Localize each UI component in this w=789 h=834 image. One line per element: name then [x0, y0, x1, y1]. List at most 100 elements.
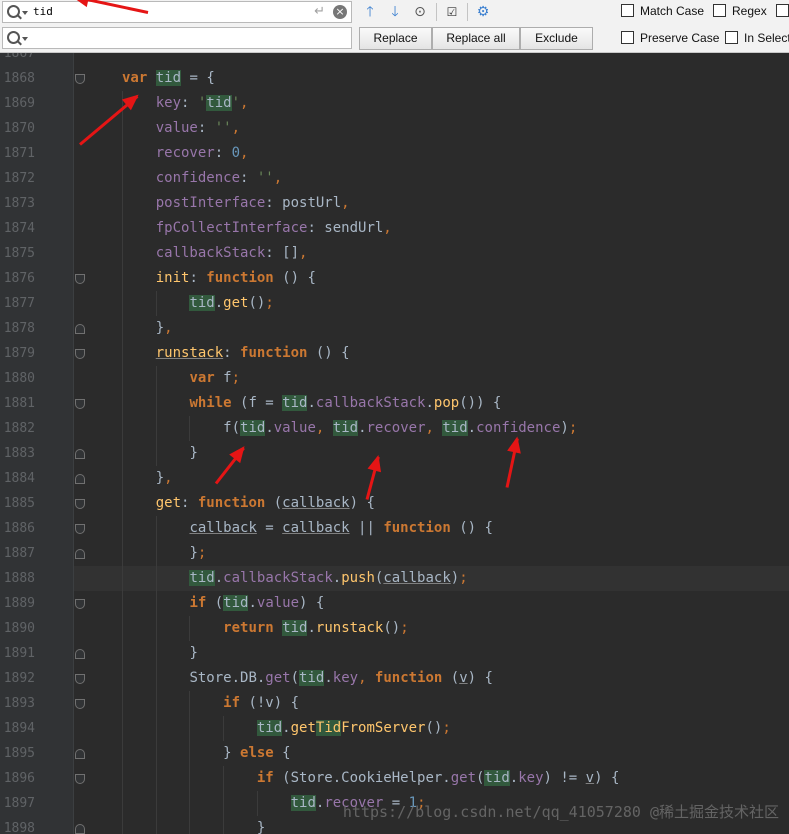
code-line[interactable]: Store.DB.get(tid.key, function (v) { [189, 666, 493, 691]
line-number[interactable]: 1874 [4, 216, 35, 241]
line-number[interactable]: 1872 [4, 166, 35, 191]
code-line[interactable]: init: function () { [156, 266, 316, 291]
line-number[interactable]: 1890 [4, 616, 35, 641]
fold-marker-icon[interactable] [75, 699, 85, 709]
line-number[interactable]: 1873 [4, 191, 35, 216]
match-case-checkbox[interactable]: Match Case [621, 4, 704, 18]
search-icon[interactable] [7, 31, 20, 44]
code-line[interactable]: runstack: function () { [156, 341, 350, 366]
fold-marker-icon[interactable] [75, 524, 85, 534]
code-line[interactable]: tid.getTidFromServer(); [256, 716, 451, 741]
fold-marker-icon[interactable] [75, 324, 85, 334]
line-number[interactable]: 1875 [4, 241, 35, 266]
search-value[interactable]: tid [33, 5, 53, 18]
code-line[interactable]: callback = callback || function () { [189, 516, 492, 541]
fold-marker-icon[interactable] [75, 649, 85, 659]
fold-marker-icon[interactable] [75, 474, 85, 484]
line-number[interactable]: 1870 [4, 116, 35, 141]
replace-all-button[interactable]: Replace all [432, 27, 520, 50]
checkbox-icon[interactable] [776, 4, 789, 17]
line-number[interactable]: 1885 [4, 491, 35, 516]
code-line[interactable]: var tid = { [122, 66, 215, 91]
code-line[interactable]: }; [189, 541, 206, 566]
words-checkbox[interactable] [776, 4, 789, 18]
fold-marker-icon[interactable] [75, 824, 85, 834]
code-line[interactable]: recover: 0, [156, 141, 249, 166]
line-number[interactable]: 1879 [4, 341, 35, 366]
replace-input[interactable] [2, 27, 352, 49]
line-number[interactable]: 1894 [4, 716, 35, 741]
arrow-up-icon[interactable]: 🡑 [359, 2, 381, 22]
code-line[interactable]: value: '', [156, 116, 240, 141]
line-number[interactable]: 1896 [4, 766, 35, 791]
fold-marker-icon[interactable] [75, 549, 85, 559]
fold-marker-icon[interactable] [75, 449, 85, 459]
code-line[interactable]: fpCollectInterface: sendUrl, [156, 216, 392, 241]
line-number[interactable]: 1880 [4, 366, 35, 391]
checkbox-icon[interactable] [621, 31, 634, 44]
line-number[interactable]: 1877 [4, 291, 35, 316]
code-line[interactable]: } else { [223, 741, 290, 766]
line-number[interactable]: 1868 [4, 66, 35, 91]
fold-marker-icon[interactable] [75, 399, 85, 409]
return-icon[interactable]: ↵ [314, 4, 325, 19]
fold-marker-icon[interactable] [75, 774, 85, 784]
code-editor[interactable]: 1867 1868 1869 1870 1871 1872 1873 1874 1875 1876… [0, 53, 789, 834]
code-line[interactable]: confidence: '', [156, 166, 282, 191]
code-line[interactable]: postInterface: postUrl, [156, 191, 350, 216]
line-number[interactable]: 1895 [4, 741, 35, 766]
code-line[interactable]: get: function (callback) { [156, 491, 375, 516]
line-number[interactable]: 1886 [4, 516, 35, 541]
code-line[interactable]: key: 'tid', [156, 91, 248, 116]
line-number[interactable]: 1878 [4, 316, 35, 341]
search-icon[interactable] [7, 5, 20, 18]
line-number[interactable]: 1882 [4, 416, 35, 441]
line-number[interactable]: 1898 [4, 816, 35, 834]
dropdown-icon[interactable] [22, 37, 28, 41]
checkbox-icon[interactable] [621, 4, 634, 17]
checkbox-icon[interactable] [725, 31, 738, 44]
settings-icon[interactable]: ⚙ [472, 2, 494, 22]
line-number[interactable]: 1871 [4, 141, 35, 166]
line-number[interactable]: 1889 [4, 591, 35, 616]
code-line[interactable]: tid.get(); [189, 291, 274, 316]
code-line[interactable]: if (tid.value) { [189, 591, 324, 616]
line-number[interactable]: 1891 [4, 641, 35, 666]
fold-marker-icon[interactable] [75, 749, 85, 759]
code-line[interactable]: if (Store.CookieHelper.get(tid.key) != v… [257, 766, 619, 791]
code-line[interactable]: } [257, 816, 265, 834]
code-line[interactable]: if (!v) { [223, 691, 299, 716]
line-number-gutter[interactable]: 1867 1868 1869 1870 1871 1872 1873 1874 1875 1876… [0, 53, 74, 834]
line-number[interactable]: 1892 [4, 666, 35, 691]
line-number[interactable]: 1887 [4, 541, 35, 566]
code-line[interactable]: while (f = tid.callbackStack.pop()) { [189, 391, 501, 416]
fold-marker-icon[interactable] [75, 74, 85, 84]
checkbox-icon[interactable] [713, 4, 726, 17]
dropdown-icon[interactable] [22, 11, 28, 15]
line-number[interactable]: 1883 [4, 441, 35, 466]
fold-marker-icon[interactable] [75, 349, 85, 359]
code-line[interactable]: callbackStack: [], [156, 241, 308, 266]
search-input[interactable]: tid ↵ × [2, 1, 352, 23]
preserve-case-checkbox[interactable]: Preserve Case [621, 31, 719, 45]
select-all-occurrences-icon[interactable]: ☑ [441, 2, 463, 22]
fold-marker-icon[interactable] [75, 499, 85, 509]
code-line[interactable]: }, [156, 466, 173, 491]
code-line[interactable]: var f; [189, 366, 240, 391]
code-line[interactable]: } [189, 441, 197, 466]
arrow-down-icon[interactable]: 🡓 [384, 2, 406, 22]
replace-button[interactable]: Replace [359, 27, 432, 50]
exclude-button[interactable]: Exclude [520, 27, 593, 50]
regex-checkbox[interactable]: Regex [713, 4, 767, 18]
code-line[interactable]: } [189, 641, 197, 666]
line-number[interactable]: 1867 [4, 53, 35, 66]
code-line[interactable]: return tid.runstack(); [223, 616, 409, 641]
fold-marker-icon[interactable] [75, 674, 85, 684]
find-all-icon[interactable]: ⊙ [409, 2, 431, 22]
line-number[interactable]: 1869 [4, 91, 35, 116]
line-number[interactable]: 1881 [4, 391, 35, 416]
line-number[interactable]: 1888 [4, 566, 35, 591]
in-selection-checkbox[interactable]: In Selecti [725, 31, 789, 45]
line-number[interactable]: 1884 [4, 466, 35, 491]
line-number[interactable]: 1897 [4, 791, 35, 816]
